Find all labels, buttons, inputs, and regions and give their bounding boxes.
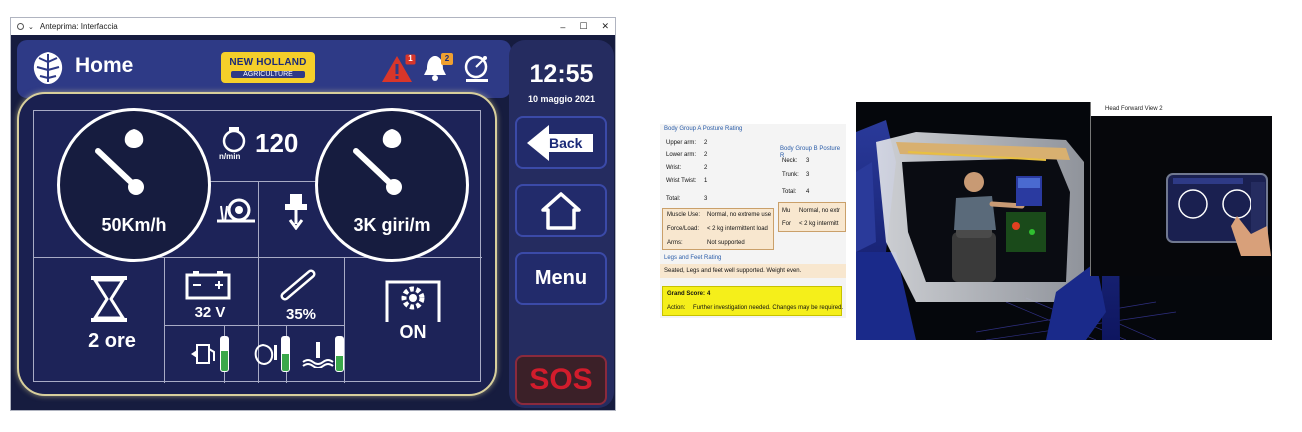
pto-icon: [222, 127, 246, 153]
grand-score-label: Grand Score:: [667, 291, 706, 297]
group-a-label: Wrist:: [666, 165, 682, 171]
header-bar: Home NEW HOLLAND AGRICULTURE 1 2: [17, 40, 511, 98]
group-a-total-label: Total:: [666, 196, 681, 202]
bell-badge: 2: [444, 54, 450, 63]
group-b-label: Trunk:: [782, 172, 799, 178]
group-b-total: 4: [806, 189, 810, 195]
speed-value: 50Km/h: [101, 215, 167, 235]
hitch-icon[interactable]: [283, 192, 309, 230]
group-b-value: 3: [806, 158, 810, 164]
back-button[interactable]: Back: [515, 116, 607, 169]
minimize-button[interactable]: –: [560, 22, 565, 32]
grid-divider: [164, 257, 165, 383]
legs-text: Seated, Legs and feet well supported. We…: [664, 268, 802, 274]
group-a-total: 3: [704, 196, 708, 202]
right-sidebar: 12:55 10 maggio 2021 Back Menu SOS: [509, 40, 614, 408]
arms-value: Not supported: [707, 240, 745, 246]
b-muscle-use-label: Mu: [782, 208, 791, 214]
oil-level-bar: [281, 336, 290, 372]
muscle-use-value: Normal, no extreme use: [707, 212, 772, 218]
force-label: Force/Load:: [667, 226, 700, 232]
battery-value: 32 V: [194, 304, 226, 321]
hours-value: 2 ore: [88, 330, 136, 352]
window-titlebar: ⌄ Anteprima: Interfaccia – ☐ ✕: [11, 18, 615, 35]
dashboard-panel: 50Km/h 3K giri/m n/min 120 2 ore 32 V 35…: [17, 92, 497, 396]
speed-gauge: 50Km/h: [57, 108, 211, 262]
action-text: Further investigation needed. Changes ma…: [693, 305, 844, 311]
dropdown-icon[interactable]: ⌄: [28, 23, 34, 31]
home-button[interactable]: [515, 184, 607, 237]
legs-box: Seated, Legs and feet well supported. We…: [660, 264, 846, 278]
group-a-label: Lower arm:: [666, 152, 697, 158]
service-status: ON: [399, 322, 427, 342]
posture-report-panel: Body Group A Posture Rating Upper arm: 2…: [660, 124, 846, 318]
engine-speed-value: 3K giri/m: [353, 215, 431, 235]
inset-title: Head Forward View 2: [1091, 102, 1272, 116]
window-title: Anteprima: Interfaccia: [39, 22, 118, 31]
group-a-label: Upper arm:: [666, 140, 697, 146]
brand-name: NEW HOLLAND: [229, 57, 307, 68]
group-a-label: Wrist Twist:: [666, 178, 697, 184]
home-icon: [541, 191, 581, 230]
belt-load-icon: [280, 269, 316, 301]
window-app-icon: [17, 23, 24, 30]
page-title: Home: [75, 54, 134, 77]
group-a-value: 2: [704, 165, 708, 171]
nh-leaf-logo-icon[interactable]: [31, 50, 65, 86]
fuel-level-bar: [220, 336, 229, 372]
warning-badge: 1: [408, 54, 413, 63]
coolant-level-bar: [335, 336, 344, 372]
sos-button[interactable]: SOS: [515, 355, 607, 405]
battery-icon: [185, 271, 231, 300]
group-b-value: 3: [806, 172, 810, 178]
menu-button[interactable]: Menu: [515, 252, 607, 305]
brand-subtitle: AGRICULTURE: [231, 71, 305, 78]
engine-needle-icon: [353, 129, 402, 195]
grand-score-box: Grand Score: 4 Action: Further investiga…: [662, 286, 844, 316]
group-a-title: Body Group A Posture Rating: [664, 126, 743, 132]
group-b-total-label: Total:: [782, 189, 797, 195]
action-label: Action:: [667, 305, 686, 311]
speed-needle-icon: [95, 129, 144, 195]
force-value: < 2 kg intermittent load: [707, 226, 768, 232]
b-muscle-use-value: Normal, no extr: [799, 208, 841, 214]
clock-date: 10 maggio 2021: [527, 94, 596, 104]
fuel-pump-icon: [191, 344, 215, 364]
rpm-value: 120: [255, 128, 299, 158]
engine-speed-gauge: 3K giri/m: [315, 108, 469, 262]
b-force-value: < 2 kg intermitt: [799, 221, 839, 227]
load-percent-value: 35%: [285, 306, 317, 323]
brand-logo: NEW HOLLAND AGRICULTURE: [221, 52, 315, 83]
oil-temperature-icon: [254, 343, 277, 366]
group-b-factors-box: Mu Normal, no extr For < 2 kg intermitt: [778, 202, 846, 232]
service-gear-icon[interactable]: [383, 278, 443, 322]
clock-time: 12:55: [529, 60, 594, 88]
snail-icon[interactable]: [215, 196, 259, 224]
group-a-factors-box: Muscle Use: Normal, no extreme use Force…: [662, 208, 774, 250]
group-a-value: 2: [704, 152, 708, 158]
grid-divider: [344, 257, 345, 383]
app-window: ⌄ Anteprima: Interfaccia – ☐ ✕ Home NEW …: [10, 17, 616, 411]
b-force-label: For: [782, 221, 791, 227]
satellite-dish-icon[interactable]: [463, 52, 493, 84]
group-a-value: 1: [704, 178, 708, 184]
grand-score-value: 4: [707, 291, 711, 297]
close-button[interactable]: ✕: [601, 21, 609, 32]
arms-label: Arms:: [667, 240, 683, 246]
maximize-button[interactable]: ☐: [579, 21, 587, 32]
coolant-temperature-icon: [302, 342, 334, 368]
rpm-unit: n/min: [219, 152, 241, 161]
head-forward-view-window: Head Forward View 2: [1090, 102, 1272, 276]
inset-render: [1166, 173, 1271, 256]
hourglass-icon: [91, 276, 127, 322]
back-label: Back: [549, 135, 583, 151]
muscle-use-label: Muscle Use:: [667, 212, 701, 218]
group-b-label: Neck:: [782, 158, 798, 164]
cab-simulation-view: Head Forward View 2: [856, 102, 1272, 340]
legs-title: Legs and Feet Rating: [664, 255, 722, 261]
group-a-value: 2: [704, 140, 708, 146]
grid-divider: [164, 325, 344, 326]
